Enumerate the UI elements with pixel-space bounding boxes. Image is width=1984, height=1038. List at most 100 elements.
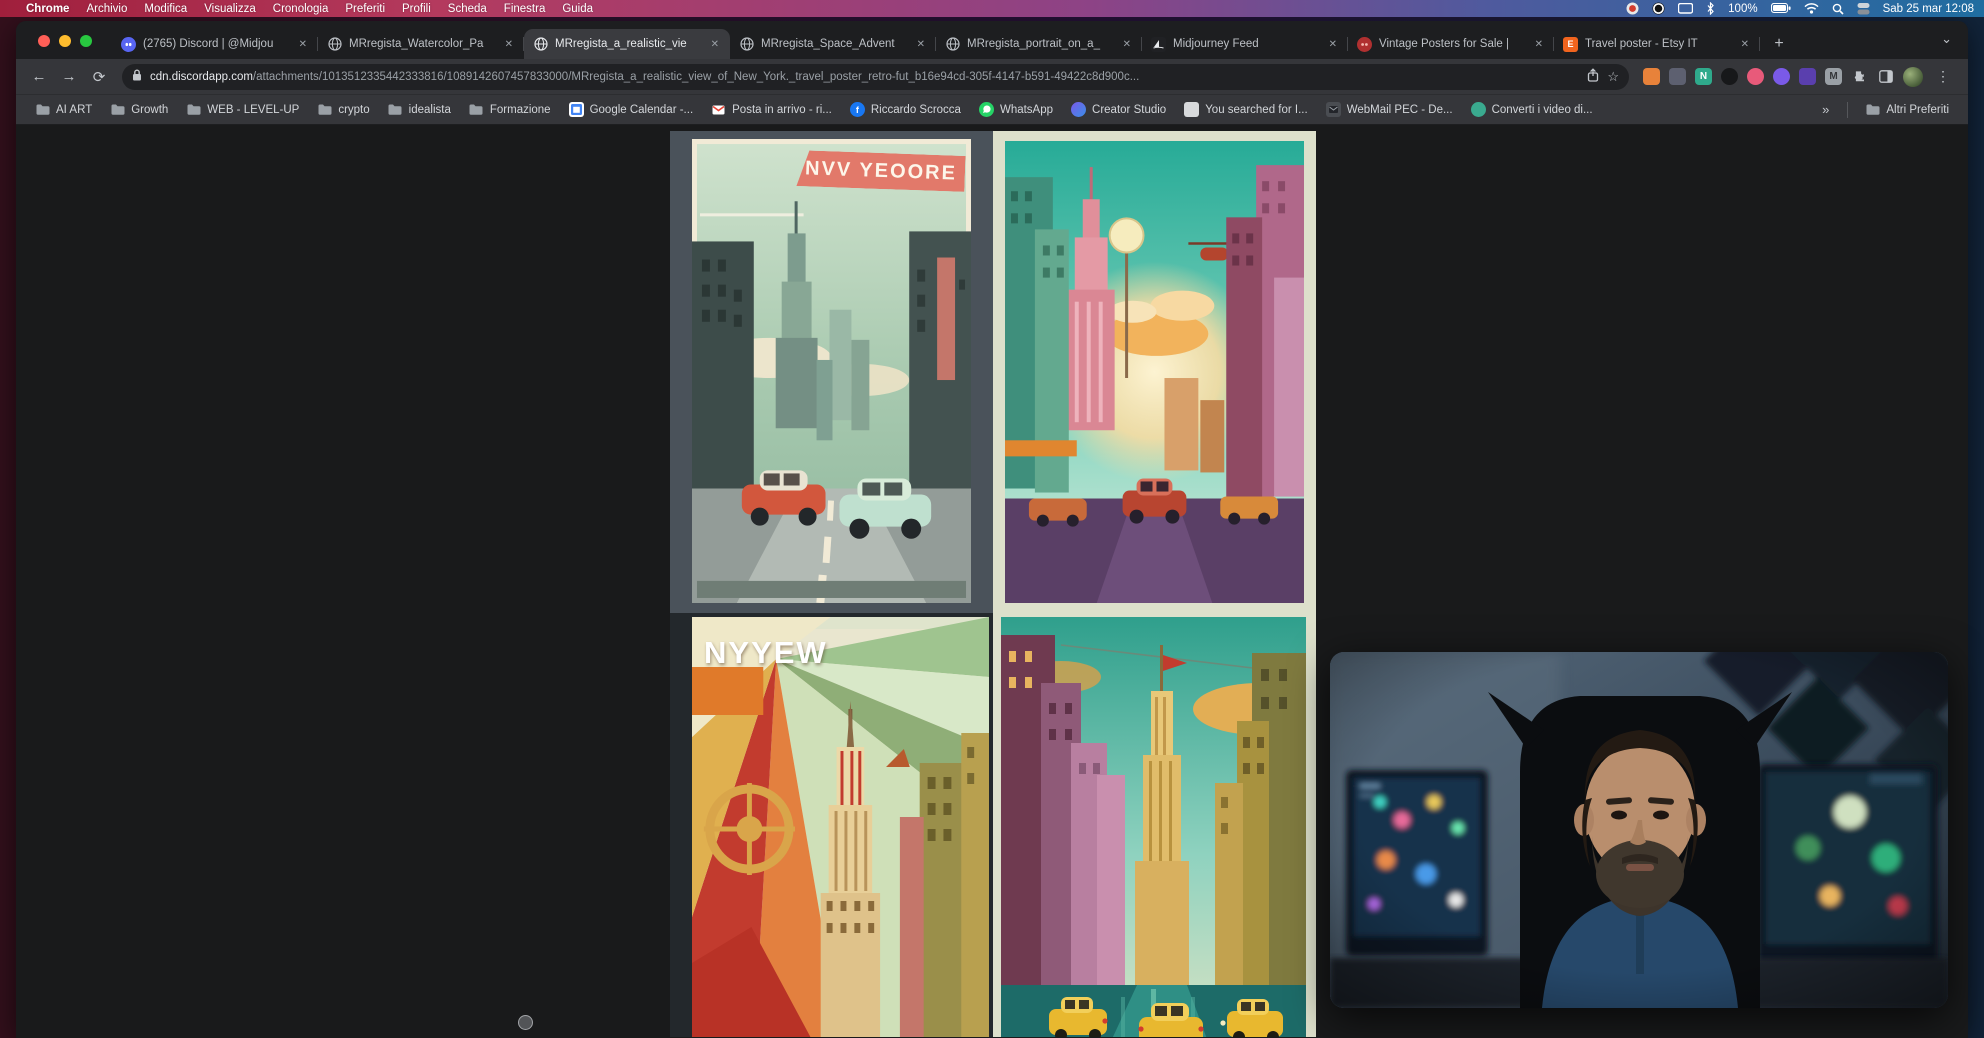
extension-icon-8[interactable]: M bbox=[1825, 68, 1842, 85]
forward-button[interactable]: → bbox=[56, 64, 82, 90]
extension-icon-3[interactable]: N bbox=[1695, 68, 1712, 85]
bookmark-star-icon[interactable]: ☆ bbox=[1607, 69, 1619, 85]
tab-realistic-view-active[interactable]: MRregista_a_realistic_vie ✕ bbox=[524, 29, 730, 59]
minimize-window-button[interactable] bbox=[59, 35, 71, 47]
tab-discord[interactable]: (2765) Discord | @Midjou ✕ bbox=[112, 29, 318, 59]
macos-menu-bar: Chrome Archivio Modifica Visualizza Cron… bbox=[0, 0, 1984, 17]
folder-icon bbox=[317, 102, 332, 117]
menu-item-finestra[interactable]: Finestra bbox=[504, 3, 546, 15]
tab-close-icon[interactable]: ✕ bbox=[709, 39, 721, 50]
converter-icon bbox=[1471, 102, 1486, 117]
menu-item-preferiti[interactable]: Preferiti bbox=[345, 3, 385, 15]
back-button[interactable]: ← bbox=[26, 64, 52, 90]
tab-label: MRregista_a_realistic_vie bbox=[555, 38, 702, 50]
menu-item-archivio[interactable]: Archivio bbox=[86, 3, 127, 15]
bookmark-facebook[interactable]: f Riccardo Scrocca bbox=[843, 99, 968, 120]
record-status-icon[interactable] bbox=[1652, 2, 1665, 15]
tab-midjourney-feed[interactable]: Midjourney Feed ✕ bbox=[1142, 29, 1348, 59]
bookmark-folder-growth[interactable]: Growth bbox=[103, 99, 175, 120]
poster-bottom-right[interactable] bbox=[993, 613, 1316, 1037]
bookmark-google-calendar[interactable]: Google Calendar -... bbox=[562, 99, 701, 120]
menubar-clock[interactable]: Sab 25 mar 12:08 bbox=[1883, 3, 1974, 15]
extension-icon-4[interactable] bbox=[1721, 68, 1738, 85]
chrome-menu-icon[interactable]: ⋮ bbox=[1932, 68, 1954, 85]
bookmark-label: You searched for I... bbox=[1205, 104, 1308, 116]
menu-item-guida[interactable]: Guida bbox=[562, 3, 593, 15]
extension-icon-7[interactable] bbox=[1799, 68, 1816, 85]
folder-icon bbox=[1865, 102, 1880, 117]
bookmark-folder-formazione[interactable]: Formazione bbox=[462, 99, 558, 120]
tab-close-icon[interactable]: ✕ bbox=[297, 39, 309, 50]
bookmark-whatsapp[interactable]: WhatsApp bbox=[972, 99, 1060, 120]
bookmark-you-searched[interactable]: You searched for I... bbox=[1177, 99, 1315, 120]
bookmark-folder-ai-art[interactable]: AI ART bbox=[28, 99, 99, 120]
tab-close-icon[interactable]: ✕ bbox=[915, 39, 927, 50]
poster-top-right[interactable] bbox=[993, 131, 1316, 613]
address-bar[interactable]: cdn.discordapp.com/attachments/101351233… bbox=[122, 64, 1629, 90]
extension-icon-5[interactable] bbox=[1747, 68, 1764, 85]
bookmark-folder-web-level-up[interactable]: WEB - LEVEL-UP bbox=[179, 99, 306, 120]
tab-label: MRregista_Space_Advent bbox=[761, 38, 908, 50]
extension-icon-6[interactable] bbox=[1773, 68, 1790, 85]
side-panel-icon[interactable] bbox=[1877, 68, 1894, 85]
bookmark-creator-studio[interactable]: Creator Studio bbox=[1064, 99, 1173, 120]
poster-title-banner: NVV YEOORE bbox=[796, 150, 965, 192]
tab-close-icon[interactable]: ✕ bbox=[1327, 39, 1339, 50]
tabs: (2765) Discord | @Midjou ✕ MRregista_Wat… bbox=[112, 29, 1792, 59]
discord-favicon bbox=[121, 37, 136, 52]
folder-icon bbox=[35, 102, 50, 117]
zoom-window-button[interactable] bbox=[80, 35, 92, 47]
tab-watercolor[interactable]: MRregista_Watercolor_Pa ✕ bbox=[318, 29, 524, 59]
tab-label: Midjourney Feed bbox=[1173, 38, 1320, 50]
creator-studio-icon bbox=[1071, 102, 1086, 117]
extension-icon-2[interactable] bbox=[1669, 68, 1686, 85]
tab-close-icon[interactable]: ✕ bbox=[1121, 39, 1133, 50]
tab-portrait[interactable]: MRregista_portrait_on_a_ ✕ bbox=[936, 29, 1142, 59]
extensions-puzzle-icon[interactable] bbox=[1851, 68, 1868, 85]
spotlight-icon[interactable] bbox=[1832, 3, 1844, 15]
menu-item-chrome[interactable]: Chrome bbox=[26, 3, 69, 15]
new-tab-button[interactable]: + bbox=[1766, 31, 1792, 57]
other-bookmarks-folder[interactable]: Altri Preferiti bbox=[1858, 99, 1956, 120]
tab-search-chevron[interactable]: ⌄ bbox=[1941, 31, 1952, 47]
bookmark-webmail-pec[interactable]: WebMail PEC - De... bbox=[1319, 99, 1460, 120]
menu-item-profili[interactable]: Profili bbox=[402, 3, 431, 15]
tab-etsy[interactable]: E Travel poster - Etsy IT ✕ bbox=[1554, 29, 1760, 59]
midjourney-image-grid[interactable]: NVV YEOORE bbox=[670, 131, 1316, 1037]
menu-item-modifica[interactable]: Modifica bbox=[144, 3, 187, 15]
bookmark-folder-crypto[interactable]: crypto bbox=[310, 99, 376, 120]
tab-space-adventure[interactable]: MRregista_Space_Advent ✕ bbox=[730, 29, 936, 59]
webcam-overlay[interactable] bbox=[1330, 652, 1948, 1008]
menu-item-cronologia[interactable]: Cronologia bbox=[273, 3, 329, 15]
poster-bottom-left[interactable]: NYYEW bbox=[670, 613, 993, 1037]
bookmarks-overflow-chevron[interactable]: » bbox=[1814, 102, 1837, 117]
tab-close-icon[interactable]: ✕ bbox=[503, 39, 515, 50]
presenter-video bbox=[1330, 652, 1948, 1008]
tab-close-icon[interactable]: ✕ bbox=[1533, 39, 1545, 50]
tab-vintage-posters[interactable]: Vintage Posters for Sale | ✕ bbox=[1348, 29, 1554, 59]
menubar-app-icon[interactable] bbox=[1626, 2, 1639, 15]
control-center-icon[interactable] bbox=[1857, 2, 1870, 15]
battery-icon[interactable] bbox=[1771, 3, 1791, 14]
reload-button[interactable]: ⟳ bbox=[86, 64, 112, 90]
bookmark-folder-idealista[interactable]: idealista bbox=[381, 99, 458, 120]
extension-icon-1[interactable] bbox=[1643, 68, 1660, 85]
menu-item-scheda[interactable]: Scheda bbox=[448, 3, 487, 15]
folder-icon bbox=[388, 102, 403, 117]
profile-avatar[interactable] bbox=[1903, 67, 1923, 87]
poster-top-left[interactable]: NVV YEOORE bbox=[670, 131, 993, 613]
tab-label: Vintage Posters for Sale | bbox=[1379, 38, 1526, 50]
bluetooth-icon[interactable] bbox=[1706, 2, 1715, 15]
menu-item-visualizza[interactable]: Visualizza bbox=[204, 3, 256, 15]
tab-close-icon[interactable]: ✕ bbox=[1739, 39, 1751, 50]
bookmark-converti-video[interactable]: Converti i video di... bbox=[1464, 99, 1600, 120]
bookmark-label: crypto bbox=[338, 104, 369, 116]
bookmark-gmail[interactable]: Posta in arrivo - ri... bbox=[704, 99, 839, 120]
bookmark-label: Creator Studio bbox=[1092, 104, 1166, 116]
display-icon[interactable] bbox=[1678, 3, 1693, 15]
bookmark-label: Altri Preferiti bbox=[1886, 104, 1949, 116]
close-window-button[interactable] bbox=[38, 35, 50, 47]
share-icon[interactable] bbox=[1587, 68, 1599, 85]
wifi-icon[interactable] bbox=[1804, 3, 1819, 14]
battery-percentage: 100% bbox=[1728, 3, 1757, 15]
